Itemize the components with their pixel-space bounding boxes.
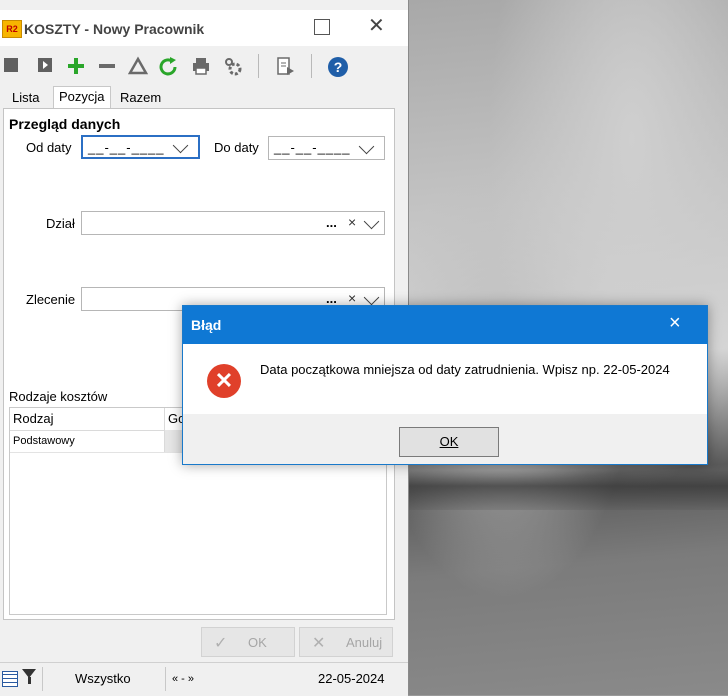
- chevron-down-icon[interactable]: [363, 289, 380, 306]
- grid-title: Rodzaje kosztów: [9, 389, 108, 404]
- clear-icon[interactable]: ×: [348, 290, 356, 306]
- error-dialog: Błąd × ✕ Data początkowa mniejsza od dat…: [182, 305, 708, 465]
- table-cell: Podstawowy: [13, 435, 75, 447]
- dialog-body: ✕ Data początkowa mniejsza od daty zatru…: [183, 344, 707, 464]
- status-bar: Wszystko « - » 22-05-2024: [0, 662, 408, 696]
- dialog-title-bar[interactable]: Błąd ×: [183, 306, 707, 344]
- tab-strip: Lista Pozycja Razem: [0, 86, 408, 109]
- add-icon[interactable]: [66, 56, 86, 76]
- dialog-close-button[interactable]: ×: [669, 312, 681, 335]
- od-daty-field[interactable]: __-__-____: [81, 135, 200, 159]
- clear-icon[interactable]: ×: [348, 214, 356, 230]
- column-separator: [164, 408, 165, 452]
- ok-button[interactable]: ✓ OK: [201, 627, 295, 657]
- close-icon: ✕: [312, 635, 326, 652]
- column-header-rodzaj[interactable]: Rodzaj: [13, 411, 53, 426]
- filter-status: Wszystko: [75, 671, 131, 686]
- remove-icon[interactable]: [97, 56, 117, 76]
- title-bar[interactable]: R2 KOSZTY - Nowy Pracownik ✕: [0, 10, 408, 46]
- help-icon[interactable]: ?: [327, 56, 348, 77]
- cancel-button-label: Anuluj: [346, 635, 383, 650]
- do-daty-field[interactable]: __-__-____: [268, 136, 385, 160]
- print-icon[interactable]: [191, 56, 211, 76]
- tab-razem[interactable]: Razem: [115, 88, 166, 108]
- svg-text:?: ?: [334, 59, 343, 75]
- dialog-title: Błąd: [191, 317, 222, 333]
- dzial-label: Dział: [46, 216, 75, 231]
- dzial-field[interactable]: ... ×: [81, 211, 385, 235]
- tab-pozycja[interactable]: Pozycja: [53, 86, 111, 109]
- refresh-icon[interactable]: [158, 56, 178, 76]
- export-icon[interactable]: [275, 56, 295, 76]
- checkmark-icon: ✓: [214, 635, 228, 652]
- first-record-button[interactable]: [4, 58, 18, 72]
- dialog-footer: OK: [183, 414, 707, 464]
- error-message: Data początkowa mniejsza od daty zatrudn…: [260, 362, 670, 377]
- do-daty-label: Do daty: [214, 140, 259, 155]
- window-title: KOSZTY - Nowy Pracownik: [24, 21, 205, 37]
- dialog-ok-label: OK: [439, 434, 459, 449]
- error-icon: ✕: [207, 364, 241, 398]
- status-separator: [42, 667, 43, 691]
- close-window-button[interactable]: ✕: [368, 13, 385, 38]
- browse-dots-button[interactable]: ...: [326, 291, 337, 306]
- edit-triangle-icon[interactable]: [127, 56, 149, 76]
- status-separator: [165, 667, 166, 691]
- do-daty-value: __-__-____: [274, 140, 351, 155]
- next-record-button[interactable]: [38, 58, 52, 72]
- dialog-ok-button[interactable]: OK: [399, 427, 499, 457]
- zlecenie-label: Zlecenie: [26, 292, 76, 307]
- toolbar-separator: [311, 54, 312, 78]
- ok-button-label: OK: [248, 635, 267, 650]
- app-logo-icon: R2: [2, 20, 22, 38]
- desktop-background-band: [408, 470, 728, 510]
- filter-icon-stem: [28, 677, 31, 684]
- cancel-button[interactable]: ✕ Anuluj: [299, 627, 393, 657]
- toolbar: ?: [0, 48, 408, 84]
- status-date: 22-05-2024: [318, 671, 385, 686]
- maximize-button[interactable]: [314, 19, 330, 35]
- od-daty-label: Od daty: [26, 140, 72, 155]
- chevron-down-icon[interactable]: [358, 138, 375, 155]
- chevron-down-icon[interactable]: [172, 137, 189, 154]
- chevron-down-icon[interactable]: [363, 213, 380, 230]
- toolbar-separator: [258, 54, 259, 78]
- browse-dots-button[interactable]: ...: [326, 215, 337, 230]
- od-daty-value: __-__-____: [88, 140, 165, 155]
- settings-gears-icon[interactable]: [222, 56, 242, 76]
- record-navigation[interactable]: « - »: [172, 673, 194, 685]
- section-title: Przegląd danych: [9, 116, 121, 132]
- grid-view-icon[interactable]: [2, 671, 18, 687]
- tab-lista[interactable]: Lista: [7, 88, 44, 108]
